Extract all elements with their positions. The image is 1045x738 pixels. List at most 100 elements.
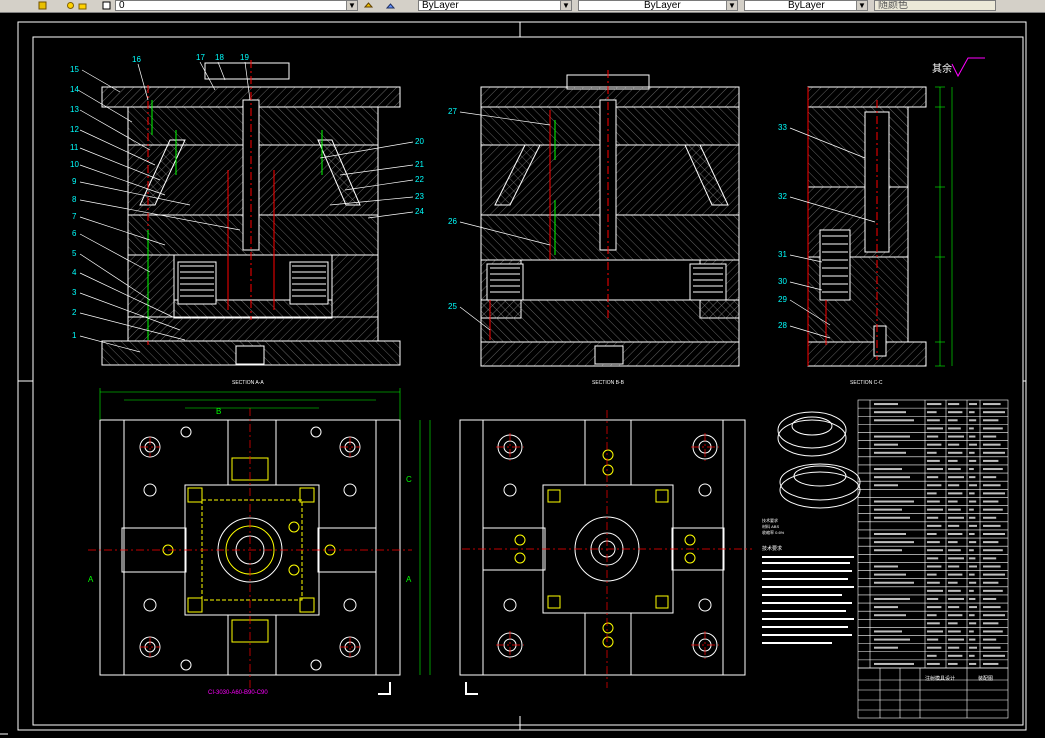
- bom-cell-text: [948, 500, 958, 503]
- svg-text:B: B: [216, 407, 221, 416]
- bom-cell-text: [948, 443, 960, 446]
- bom-cell-text: [969, 606, 977, 609]
- bom-cell-text: [948, 411, 963, 414]
- svg-text:A: A: [88, 575, 94, 584]
- lineweight-dropdown[interactable]: ByLayer ▼: [744, 0, 868, 11]
- svg-text:3: 3: [72, 288, 77, 297]
- chevron-down-icon[interactable]: ▼: [346, 1, 357, 10]
- make-current-layer-icon[interactable]: [364, 1, 373, 10]
- bom-cell-text: [969, 638, 976, 641]
- bom-cell-text: [927, 589, 943, 592]
- bom-cell-text: [983, 492, 1005, 495]
- svg-text:8: 8: [72, 195, 77, 204]
- section-aa-label: SECTION A-A: [232, 380, 264, 386]
- bom-cell-text: [927, 419, 940, 422]
- plan-view-left-centerlines: [88, 408, 412, 690]
- bom-cell-text: [948, 541, 958, 544]
- color-dropdown[interactable]: ByLayer ▼: [418, 0, 572, 11]
- color-swatch-icon[interactable]: [102, 1, 111, 10]
- bom-cell-text: [927, 435, 939, 438]
- bom-cell-text: [927, 646, 942, 649]
- plotstyle-value: 随颜色: [878, 0, 908, 11]
- bom-cell-text: [983, 451, 1005, 454]
- bom-cell-text: [948, 573, 963, 576]
- bom-cell-text: [874, 451, 906, 454]
- chevron-down-icon[interactable]: ▼: [856, 1, 867, 10]
- bom-cell-text: [969, 630, 974, 633]
- bom-cell-text: [874, 549, 902, 552]
- bom-cell-text: [948, 435, 964, 438]
- svg-text:12: 12: [70, 125, 79, 134]
- bom-cell-text: [969, 427, 974, 430]
- bom-cell-text: [983, 411, 1005, 414]
- bom-cell-text: [948, 419, 958, 422]
- bom-cell-text: [927, 451, 937, 454]
- svg-text:4: 4: [72, 268, 77, 277]
- section-bb-view: [480, 74, 740, 367]
- bom-cell-text: [983, 541, 999, 544]
- svg-text:17: 17: [196, 53, 205, 62]
- bom-cell-text: [927, 427, 943, 430]
- mold-base-code: CI-3030-A60-B90-C90: [208, 690, 268, 696]
- bom-cell-text: [927, 662, 940, 665]
- bom-cell-text: [948, 549, 961, 552]
- bom-cell-text: [983, 484, 1001, 487]
- bom-cell-text: [969, 622, 977, 625]
- bom-cell-text: [969, 597, 976, 600]
- bom-cell-text: [927, 500, 940, 503]
- svg-text:材料 ABS: 材料 ABS: [762, 523, 779, 529]
- layer-state-icon[interactable]: [38, 1, 47, 10]
- section-bb-part-numbers: 27 26 25: [448, 107, 457, 311]
- bom-cell-text: [948, 589, 961, 592]
- sun-icon[interactable]: [66, 1, 75, 10]
- plan-view-right: [459, 419, 746, 676]
- lock-icon[interactable]: [78, 1, 87, 10]
- bom-cell-text: [969, 581, 977, 584]
- bom-cell-text: [969, 614, 975, 617]
- section-cc-part-numbers: 33 32 31 30 29 28: [778, 123, 787, 330]
- bom-cell-text: [948, 614, 963, 617]
- bom-cell-text: [874, 484, 898, 487]
- bom-cell-text: [948, 492, 963, 495]
- linetype-dropdown[interactable]: ByLayer ▼: [578, 0, 738, 11]
- chevron-down-icon[interactable]: ▼: [726, 1, 737, 10]
- bom-cell-text: [874, 533, 906, 535]
- bom-cell-text: [983, 614, 1005, 617]
- bom-cell-text: [969, 557, 976, 560]
- bom-cell-text: [983, 435, 997, 438]
- title-block-title: 注射模具设计: [925, 675, 955, 682]
- bom-cell-text: [927, 492, 937, 495]
- bom-cell-text: [969, 451, 975, 454]
- svg-text:26: 26: [448, 217, 457, 226]
- bom-cell-text: [969, 524, 977, 527]
- bom-cell-text: [983, 533, 1005, 535]
- bom-cell-text: [927, 476, 939, 479]
- chevron-down-icon[interactable]: ▼: [560, 1, 571, 10]
- bom-cell-text: [948, 524, 960, 527]
- bom-cell-text: [983, 549, 1003, 552]
- drawing-canvas[interactable]: SECTION A-A 15 14 13 12 11 10 9 8 7 6 5 …: [0, 12, 1045, 738]
- bom-cell-text: [969, 468, 974, 471]
- bom-cell-text: [874, 500, 914, 503]
- bom-entries: [874, 403, 1005, 665]
- corner-mark-left: [378, 682, 391, 695]
- bom-cell-text: [927, 654, 937, 657]
- title-block-name: 装配图: [978, 675, 993, 682]
- svg-text:31: 31: [778, 250, 787, 259]
- roughness-note: 其余: [932, 62, 952, 75]
- layer-previous-icon[interactable]: [386, 1, 395, 10]
- svg-text:13: 13: [70, 105, 79, 114]
- bom-cell-text: [983, 646, 1001, 649]
- plotstyle-dropdown[interactable]: 随颜色: [874, 0, 996, 11]
- bom-cell-text: [948, 622, 958, 625]
- layer-dropdown[interactable]: 0 ▼: [115, 0, 358, 11]
- bom-cell-text: [969, 565, 977, 568]
- bom-cell-text: [927, 606, 942, 609]
- svg-text:30: 30: [778, 277, 787, 286]
- bom-cell-text: [983, 589, 1003, 592]
- bom-cell-text: [874, 403, 898, 406]
- bom-cell-text: [983, 606, 1001, 609]
- svg-text:1: 1: [72, 331, 77, 340]
- bom-cell-text: [983, 508, 1003, 511]
- bom-cell-text: [874, 573, 906, 576]
